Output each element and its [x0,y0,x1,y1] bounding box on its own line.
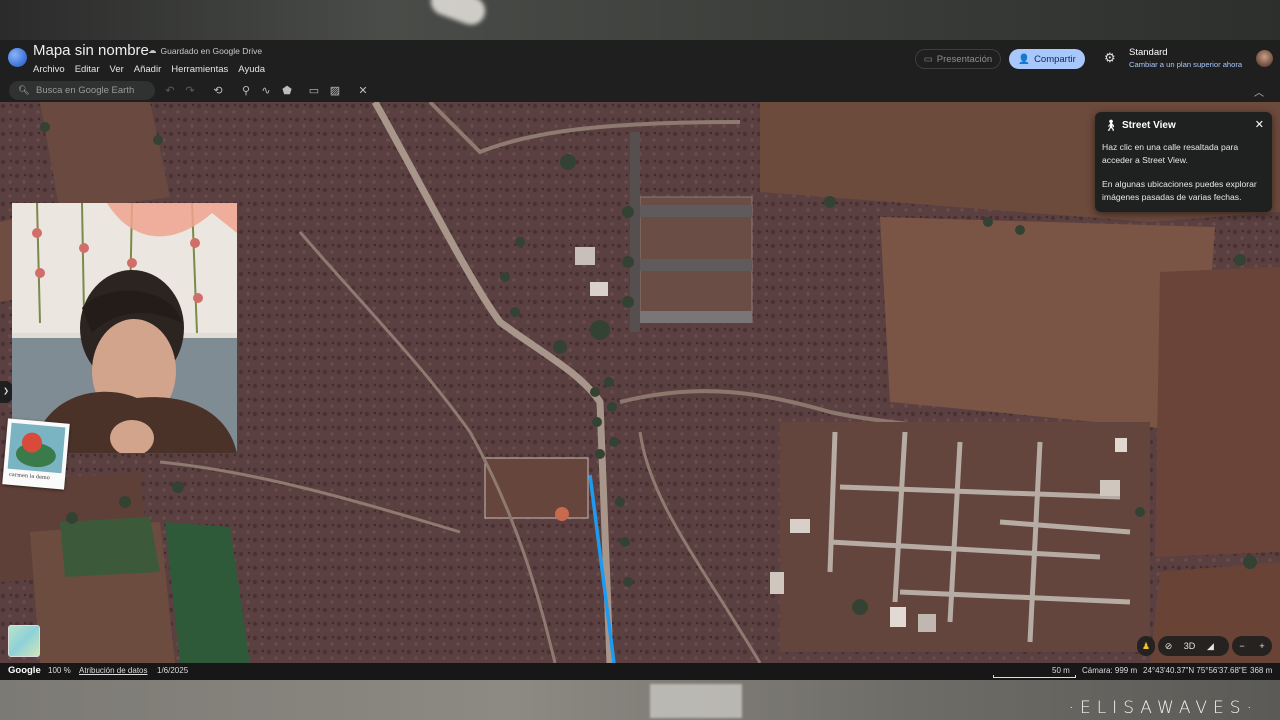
cloud-icon: ☁ [148,45,157,55]
account-avatar[interactable] [1256,50,1273,67]
menu-ver[interactable]: Ver [110,64,124,75]
menu-editar[interactable]: Editar [75,64,100,75]
menu-herramientas[interactable]: Herramientas [171,64,228,75]
street-view-panel: 🚶︎ Street View ✕ Haz clic en una calle r… [1095,112,1272,212]
channel-watermark: ·ELISAWAVES· [1068,698,1258,718]
chevron-up-icon[interactable]: ︿ [1254,84,1264,99]
plan-title: Standard [1129,47,1168,58]
path-icon[interactable]: ∿ [259,84,273,98]
data-attribution-link[interactable]: Atribución de datos [79,666,148,675]
map-layers-button[interactable] [8,625,40,657]
undo-icon[interactable]: ↶ [163,84,177,98]
settings-gear-icon[interactable]: ⚙ [1104,50,1116,66]
expand-panel-handle[interactable]: ❯ [0,381,12,403]
camera-altitude: Cámara: 999 m [1082,666,1138,675]
pegman-button[interactable]: ♟ [1137,636,1155,656]
zoom-controls: − + [1232,636,1272,656]
image-overlay-icon[interactable]: ▨ [328,84,342,98]
presentation-button[interactable]: ▭ Presentación [915,49,1001,69]
toggle-3d-button[interactable]: 3D [1179,641,1200,651]
compass-icon[interactable]: ◢ [1200,641,1221,652]
app-header: Mapa sin nombre ☁ Guardado en Google Dri… [0,40,1280,80]
placemark-icon[interactable]: ⚲ [239,84,253,98]
menu-anadir[interactable]: Añadir [134,64,161,75]
share-button[interactable]: 👤 Compartir [1009,49,1085,69]
close-icon[interactable]: ✕ [1255,118,1264,131]
google-earth-logo-icon[interactable] [8,48,27,67]
menu-archivo[interactable]: Archivo [33,64,65,75]
measure-icon[interactable]: ▭ [307,84,321,98]
scale-bar [993,675,1076,678]
sticker-image: carmen la demo [2,418,70,490]
view-controls: ⊘ 3D ◢ [1158,636,1229,656]
street-view-history-note: En algunas ubicaciones puedes explorar i… [1102,179,1257,202]
coordinates: 24°43'40.37"N 75°56'37.68"E [1143,666,1248,675]
street-view-title: Street View [1122,120,1176,131]
street-view-pegman-icon: 🚶︎ [1104,120,1118,132]
redo-icon[interactable]: ↷ [183,84,197,98]
search-input[interactable] [34,84,156,97]
presentation-icon: ▭ [923,53,933,65]
webcam-overlay [12,203,237,453]
search-box[interactable]: 🔍︎ [9,81,156,100]
menu-bar: Archivo Editar Ver Añadir Herramientas A… [33,64,265,75]
save-status: ☁ Guardado en Google Drive [148,45,262,56]
polygon-icon[interactable]: ⬟ [280,84,294,98]
street-view-instruction: Haz clic en una calle resaltada para acc… [1102,142,1239,165]
tools-icon[interactable]: ✕ [356,84,370,98]
menu-ayuda[interactable]: Ayuda [238,64,265,75]
zoom-level: 100 % [48,666,71,675]
save-status-label: Guardado en Google Drive [160,45,263,56]
north-up-icon[interactable]: ⊘ [1158,641,1179,652]
elevation: 368 m [1250,666,1273,675]
toolbar: 🔍︎ ↶ ↷ ⟲ ⚲ ∿ ⬟ ▭ ▨ ✕ ︿ [0,80,1280,102]
scale-label: 50 m [1052,666,1070,675]
pegman-icon: ♟ [1141,640,1151,651]
zoom-in-icon[interactable]: + [1252,641,1272,651]
google-logo: Google [8,665,41,676]
video-background-top [0,0,1280,40]
share-label: Compartir [1034,53,1076,65]
status-bar: Google 100 % Atribución de datos 1/6/202… [0,663,1280,680]
upgrade-plan-link[interactable]: Cambiar a un plan superior ahora [1129,60,1242,69]
history-icon[interactable]: ⟲ [211,84,225,98]
project-title[interactable]: Mapa sin nombre [33,42,149,59]
zoom-out-icon[interactable]: − [1232,641,1252,651]
search-icon: 🔍︎ [18,85,30,95]
imagery-date: 1/6/2025 [157,666,189,675]
person-add-icon: 👤 [1018,53,1031,65]
presentation-label: Presentación [936,53,993,65]
